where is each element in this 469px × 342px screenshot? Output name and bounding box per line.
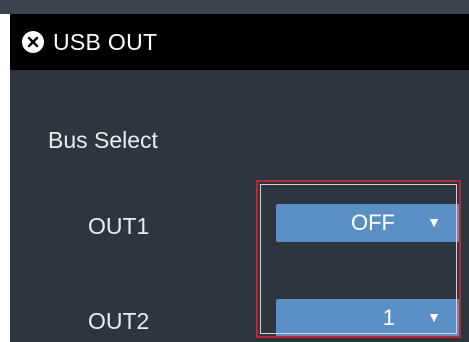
close-button[interactable]	[22, 31, 44, 53]
out2-selected-value: 1	[382, 305, 395, 330]
panel-title: USB OUT	[53, 29, 158, 55]
usb-out-panel: USB OUT Bus Select OUT1 OFF ▼ OUT2 1 ▼	[10, 14, 469, 342]
out1-selected-value: OFF	[351, 210, 395, 235]
out1-label: OUT1	[88, 213, 150, 239]
chevron-down-icon: ▼	[427, 214, 441, 230]
out1-bus-dropdown[interactable]: OFF ▼	[276, 204, 461, 242]
screenshot-frame: USB OUT Bus Select OUT1 OFF ▼ OUT2 1 ▼	[0, 0, 469, 342]
close-icon	[27, 36, 39, 48]
out2-bus-dropdown[interactable]: 1 ▼	[276, 299, 461, 337]
top-edge-strip	[0, 0, 469, 14]
chevron-down-icon: ▼	[427, 309, 441, 325]
panel-header: USB OUT	[10, 14, 469, 70]
out2-label: OUT2	[88, 308, 150, 334]
bus-select-label: Bus Select	[48, 127, 158, 153]
